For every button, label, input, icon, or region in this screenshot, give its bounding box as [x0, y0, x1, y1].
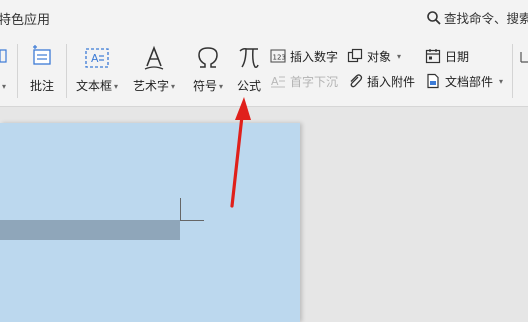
pi-icon — [239, 48, 259, 68]
insert-number-label: 插入数字 — [290, 49, 339, 64]
insert-ribbon: ▾ ▾ 批注 A 文本框▾ 艺术字▾ — [0, 36, 528, 107]
chevron-down-icon: ▾ — [114, 82, 119, 91]
insert-number-button[interactable]: 123 插入数字 — [270, 46, 338, 66]
dropcap-label: 首字下沉 — [290, 74, 339, 89]
wordart-icon — [144, 45, 164, 70]
margin-corner-mark — [180, 198, 181, 220]
chevron-down-icon: ▾ — [219, 82, 224, 91]
object-icon — [347, 48, 363, 63]
svg-text:123: 123 — [273, 54, 286, 62]
comment-button[interactable]: 批注 — [24, 42, 60, 100]
app-tab-special[interactable]: 特色应用 — [0, 9, 50, 28]
insert-attachment-label: 插入附件 — [367, 74, 416, 89]
ribbon-separator — [66, 44, 67, 98]
paperclip-icon — [350, 74, 363, 88]
chevron-down-icon: ▾ — [171, 82, 176, 91]
partial-button-left[interactable]: ▾ ▾ — [0, 46, 8, 94]
svg-text:A: A — [91, 52, 99, 65]
formula-button[interactable]: 公式 — [232, 42, 266, 100]
date-label: 日期 — [445, 49, 470, 64]
doc-parts-button[interactable]: 文档部件 ▾ — [425, 71, 503, 91]
svg-text:A: A — [271, 75, 279, 88]
ribbon-separator — [17, 44, 18, 98]
ribbon-separator — [512, 44, 513, 98]
dropcap-icon: A — [271, 75, 285, 88]
textbox-icon: A — [85, 48, 109, 68]
search-label: 查找命令、搜索 — [444, 11, 528, 26]
formula-label: 公式 — [236, 79, 261, 93]
wordart-label: 艺术字 — [132, 79, 169, 93]
doc-parts-label: 文档部件 — [445, 74, 494, 89]
number-icon: 123 — [270, 49, 286, 63]
textbox-button[interactable]: A 文本框 ▾ — [72, 42, 122, 100]
partial-button-right[interactable] — [519, 48, 528, 68]
docparts-icon — [427, 73, 439, 89]
comment-icon — [33, 45, 51, 65]
object-label: 对象 — [367, 49, 392, 64]
insert-attachment-button[interactable]: 插入附件 — [347, 71, 415, 91]
wordart-button[interactable]: 艺术字 ▾ — [129, 42, 179, 100]
command-search[interactable]: 查找命令、搜索 — [426, 8, 528, 27]
object-button[interactable]: 对象 ▾ — [347, 46, 401, 66]
dropcap-button[interactable]: A 首字下沉 — [270, 71, 338, 91]
calendar-icon — [425, 49, 441, 64]
text-selection-bar — [0, 220, 180, 240]
comment-label: 批注 — [29, 79, 54, 93]
omega-icon — [198, 47, 218, 68]
date-button[interactable]: 日期 — [425, 46, 469, 66]
chevron-down-icon: ▾ — [499, 76, 504, 86]
symbol-label: 符号 — [192, 79, 217, 93]
chevron-down-icon: ▾ — [397, 51, 402, 61]
search-icon — [427, 10, 441, 25]
symbol-button[interactable]: 符号 ▾ — [188, 42, 228, 100]
margin-corner-mark — [180, 220, 204, 221]
textbox-label: 文本框 — [75, 79, 112, 93]
title-bar: 特色应用 查找命令、搜索 — [0, 0, 528, 36]
